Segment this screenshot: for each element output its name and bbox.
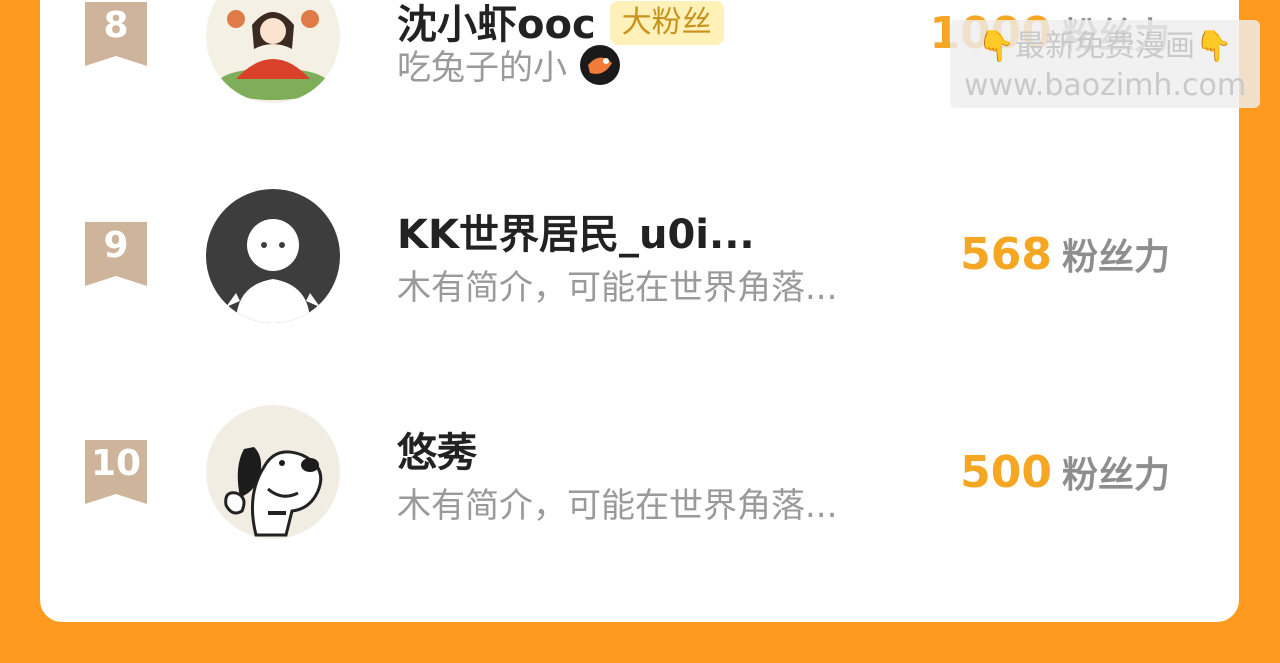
score-number: 568 [960,229,1052,280]
pointing-down-icon: 👇 [1195,29,1233,64]
rank-badge: 8 [85,2,147,66]
bio: 木有简介，可能在世界角落... [397,486,838,526]
rank-badge: 10 [85,440,147,504]
rank-number: 9 [103,225,129,266]
fan-level-tag: 大粉丝 [609,1,724,45]
rank-badge: 9 [85,222,147,286]
ranking-row-10[interactable]: 10 悠莠 木有简介，可能在世界角落... 500 粉丝力 [0,390,1280,550]
shrimp-icon [579,45,620,85]
watermark-text: 最新免费漫画 [1015,29,1195,64]
rank-number: 10 [90,443,142,484]
username[interactable]: 悠莠 [397,420,477,478]
score-unit: 粉丝力 [1061,455,1170,496]
watermark-url: www.baozimh.com [963,68,1247,103]
ranking-row-9[interactable]: 9 KK世界居民_u0i... 木有简介，可能在世界角落... 568 粉丝力 [0,172,1280,332]
score-number: 500 [960,447,1052,498]
bio: 吃兔子的小 [397,40,622,89]
avatar[interactable] [206,405,340,539]
fan-power-score: 568 粉丝力 [960,228,1170,280]
pointing-down-icon: 👇 [977,29,1015,64]
rank-number: 8 [103,5,129,46]
username[interactable]: KK世界居民_u0i... [397,202,755,260]
avatar[interactable] [206,189,340,323]
fan-power-score: 500 粉丝力 [960,446,1170,498]
score-unit: 粉丝力 [1061,237,1170,278]
bio: 木有简介，可能在世界角落... [397,268,838,308]
watermark: 👇最新免费漫画👇 www.baozimh.com [950,20,1260,108]
avatar[interactable] [206,0,340,103]
